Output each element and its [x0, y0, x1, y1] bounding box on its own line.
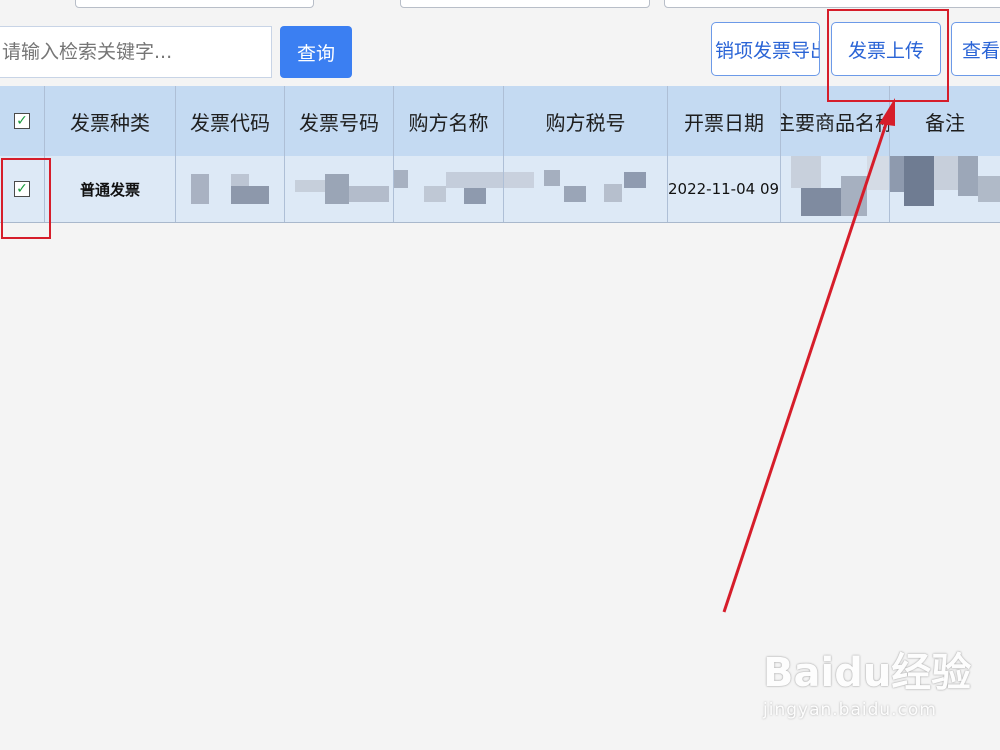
column-header[interactable]: 发票种类 — [45, 86, 176, 156]
table-row[interactable]: ✓ 普通发票 2022-11-04 09:00:*( — [0, 156, 1000, 223]
pixelated-redaction — [295, 180, 325, 192]
pixelated-redaction — [231, 174, 249, 186]
watermark-logo: Baidu经验 — [763, 650, 972, 696]
pixelated-redaction — [978, 176, 1000, 202]
pixelated-redaction — [801, 188, 841, 216]
pixelated-redaction — [564, 186, 586, 202]
pixelated-redaction — [325, 174, 349, 204]
annotation-upload-button-highlight — [827, 9, 949, 102]
column-header[interactable]: 购方税号 — [504, 86, 668, 156]
pixelated-redaction — [934, 156, 958, 190]
pixelated-redaction — [349, 186, 389, 202]
pixelated-redaction — [890, 156, 904, 192]
issue-date-cell: 2022-11-04 09:00:*( — [668, 156, 781, 222]
top-button-left[interactable] — [75, 0, 314, 8]
pixelated-redaction — [841, 176, 867, 216]
pixelated-redaction — [867, 156, 889, 190]
pixelated-redaction — [504, 172, 534, 188]
column-header[interactable]: 购方名称 — [394, 86, 504, 156]
select-all-cell[interactable]: ✓ — [0, 86, 45, 156]
pixelated-redaction — [904, 156, 934, 206]
pixelated-redaction — [446, 172, 503, 188]
column-header[interactable]: 发票代码 — [176, 86, 285, 156]
buyer-name-cell — [394, 156, 504, 222]
view-button[interactable]: 查看 — [951, 22, 1000, 76]
baidu-jingyan-watermark: Baidu经验 jingyan.baidu.com — [763, 640, 971, 720]
pixelated-redaction — [791, 156, 821, 188]
invoice-type-cell: 普通发票 — [45, 156, 176, 222]
select-all-checkbox[interactable]: ✓ — [14, 113, 30, 129]
watermark-url: jingyan.baidu.com — [763, 700, 937, 720]
buyer-tax-id-cell — [504, 156, 668, 222]
pixelated-redaction — [394, 170, 408, 188]
top-button-right[interactable] — [664, 0, 1000, 8]
invoice-code-cell — [176, 156, 285, 222]
pixelated-redaction — [464, 188, 486, 204]
pixelated-redaction — [958, 156, 978, 196]
pixelated-redaction — [544, 170, 560, 186]
pixelated-redaction — [424, 186, 446, 202]
invoice-number-cell — [285, 156, 394, 222]
column-header[interactable]: 开票日期 — [668, 86, 781, 156]
top-button-middle[interactable] — [400, 0, 650, 8]
pixelated-redaction — [191, 174, 209, 204]
column-header[interactable]: 发票号码 — [285, 86, 394, 156]
pixelated-redaction — [231, 186, 269, 204]
pixelated-redaction — [604, 184, 622, 202]
pixelated-redaction — [624, 172, 646, 188]
main-product-cell — [781, 156, 890, 222]
annotation-checkbox-highlight — [1, 158, 51, 239]
remarks-cell — [890, 156, 1000, 222]
export-sales-invoice-button[interactable]: 销项发票导出 — [711, 22, 820, 76]
checkmark-icon: ✓ — [16, 113, 28, 129]
search-button[interactable]: 查询 — [280, 26, 352, 78]
search-input[interactable] — [0, 26, 272, 78]
